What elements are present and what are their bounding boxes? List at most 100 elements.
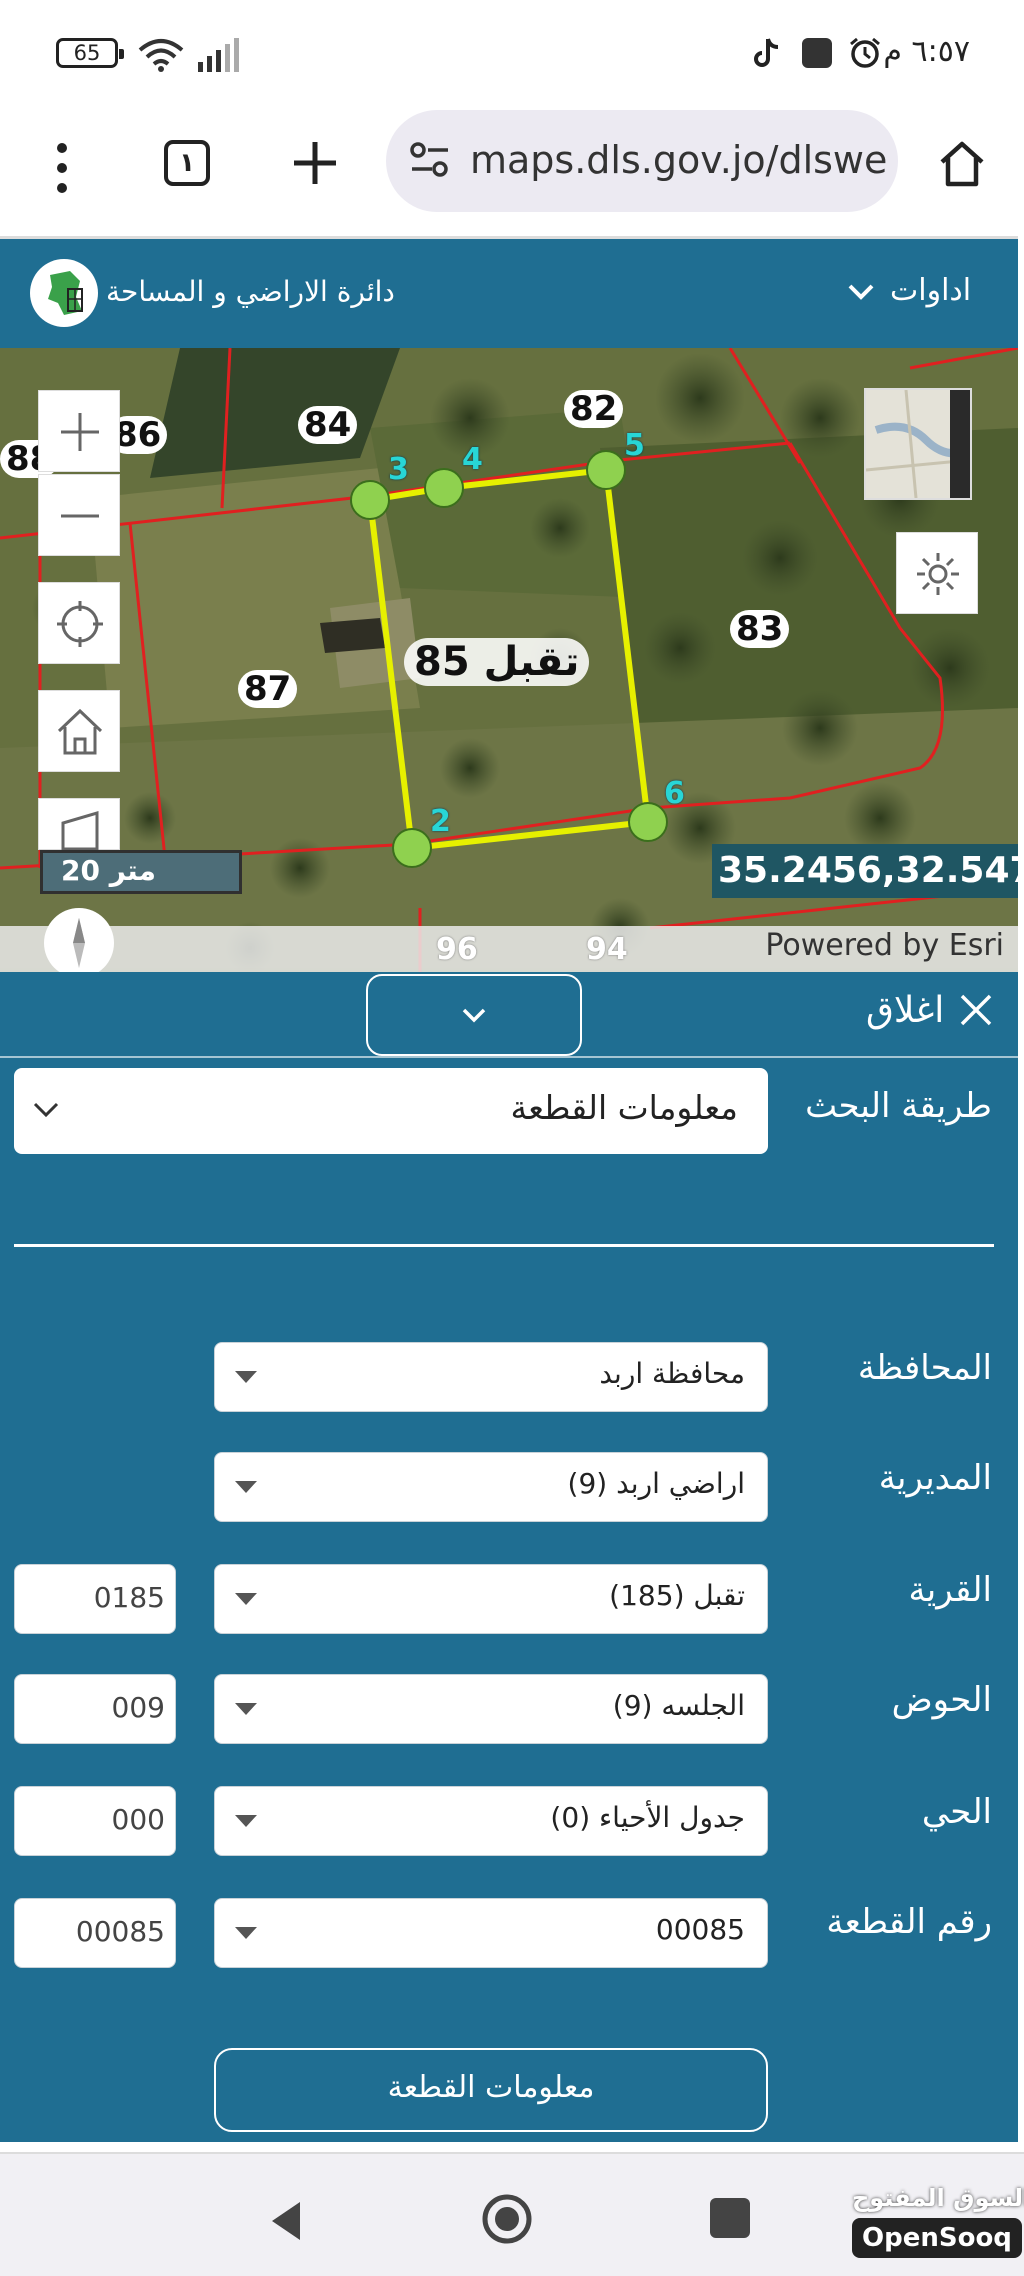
nav-home-icon[interactable] (480, 2192, 534, 2246)
new-tab-icon[interactable] (290, 138, 340, 188)
village-select[interactable]: تقبل (185) (214, 1564, 768, 1634)
neighborhood-label: الحي (921, 1792, 992, 1832)
sun-icon (917, 553, 959, 595)
parcel-number-code: 00085 (75, 1915, 165, 1948)
home-extent-button[interactable] (38, 690, 120, 772)
scale-label: 20 متر (61, 854, 156, 887)
brightness-button[interactable] (896, 532, 978, 614)
vertex-label: 5 (624, 428, 645, 463)
recents-icon[interactable] (710, 2198, 750, 2238)
basin-select[interactable]: الجلسه (9) (214, 1674, 768, 1744)
compass-icon (73, 918, 85, 968)
parcel-number-field[interactable]: 00085 (14, 1898, 176, 1968)
close-icon[interactable] (958, 992, 994, 1028)
tab-count: ١ (179, 148, 195, 178)
village-value: تقبل (185) (609, 1579, 745, 1612)
back-icon[interactable] (266, 2198, 306, 2244)
parcel-number: 96 (436, 932, 478, 967)
browser-toolbar: ١ maps.dls.gov.jo/dlswe (0, 108, 1024, 236)
parcel-number-select[interactable]: 00085 (214, 1898, 768, 1968)
village-label: القرية (908, 1570, 992, 1610)
directorate-label: المديرية (878, 1458, 992, 1498)
zoom-in-button[interactable] (38, 390, 120, 472)
parcel-info-button-label: معلومات القطعة (387, 2070, 595, 2105)
governorate-value: محافظة اربد (599, 1357, 745, 1390)
address-bar[interactable]: maps.dls.gov.jo/dlswe (386, 110, 898, 212)
governorate-select[interactable]: محافظة اربد (214, 1342, 768, 1412)
form-divider (14, 1244, 994, 1247)
vertex-marker[interactable] (586, 450, 626, 490)
chevron-down-icon (462, 1008, 486, 1023)
parcel-number: 82 (564, 390, 624, 428)
parcel-number-value: 00085 (655, 1913, 745, 1946)
parcel-label-village: تقبل (483, 639, 580, 685)
neighborhood-select[interactable]: جدول الأحياء (0) (214, 1786, 768, 1856)
vertex-marker[interactable] (350, 480, 390, 520)
compass-button[interactable] (44, 908, 114, 972)
battery-icon: 65 (56, 38, 124, 68)
url-text: maps.dls.gov.jo/dlswe (470, 138, 888, 182)
directorate-select[interactable]: اراضي اربد (9) (214, 1452, 768, 1522)
app-header: دائرة الاراضي و المساحة اداوات (0, 236, 1018, 348)
dropdown-arrow-icon (235, 1927, 257, 1939)
basin-label: الحوض (891, 1680, 992, 1720)
tabs-icon[interactable]: ١ (164, 140, 210, 186)
jordan-map-logo (30, 259, 98, 327)
vertex-marker[interactable] (628, 802, 668, 842)
governorate-label: المحافظة (857, 1348, 992, 1388)
overflow-menu-icon[interactable] (40, 138, 84, 198)
chevron-down-icon (33, 1102, 59, 1118)
parcel-number: 83 (730, 610, 790, 648)
watermark-brand: OpenSooq (852, 2218, 1022, 2258)
vertex-label: 2 (430, 804, 451, 839)
dropdown-arrow-icon (235, 1371, 257, 1383)
clock: ٦:٥٧ م (883, 34, 970, 69)
close-button[interactable]: اغلاق (866, 990, 944, 1031)
neighborhood-code-field[interactable]: 000 (14, 1786, 176, 1856)
status-bar: 65 ٦:٥٧ م (0, 0, 1024, 108)
basemap-toggle[interactable] (864, 388, 972, 500)
vertex-marker[interactable] (392, 828, 432, 868)
zoom-out-button[interactable] (38, 474, 120, 556)
basin-code-field[interactable]: 009 (14, 1674, 176, 1744)
locate-button[interactable] (38, 582, 120, 664)
panel-divider (0, 1056, 1018, 1058)
tools-label: اداوات (890, 273, 972, 308)
alarm-icon (850, 37, 880, 68)
signal-icon (198, 38, 239, 72)
neighborhood-value: جدول الأحياء (0) (550, 1801, 745, 1834)
vertex-label: 3 (388, 452, 409, 487)
chevron-down-icon[interactable] (846, 281, 876, 303)
village-code: 0185 (93, 1581, 165, 1614)
basin-code: 009 (111, 1691, 165, 1724)
vertex-label: 6 (664, 776, 685, 811)
map-view[interactable]: 2 3 4 5 6 84 82 83 87 86 88 تقبل 85 20 م… (0, 348, 1018, 972)
search-method-label: طريقة البحث (805, 1086, 992, 1126)
wifi-icon (138, 39, 184, 72)
search-method-select[interactable]: معلومات القطعة (14, 1068, 768, 1154)
stop-icon (802, 38, 832, 68)
measure-icon (61, 810, 99, 851)
parcel-number: 87 (238, 670, 298, 708)
basemap-thumbnail-icon (865, 389, 972, 499)
dropdown-arrow-icon (235, 1703, 257, 1715)
parcel-search-panel: اغلاق طريقة البحث معلومات القطعة المحافظ… (0, 972, 1018, 2142)
vertex-marker[interactable] (424, 468, 464, 508)
esri-attribution: Powered by Esri (765, 928, 1004, 963)
collapse-panel-button[interactable] (366, 974, 582, 1056)
dropdown-arrow-icon (235, 1593, 257, 1605)
scale-bar: 20 متر (40, 850, 242, 894)
home-icon[interactable] (936, 138, 988, 190)
selected-parcel-label: تقبل 85 (404, 638, 590, 686)
measure-button[interactable] (38, 798, 120, 851)
tiktok-icon (754, 38, 779, 67)
home-icon (57, 708, 103, 755)
village-code-field[interactable]: 0185 (14, 1564, 176, 1634)
system-nav-bar: السوق المفتوح OpenSooq (0, 2152, 1024, 2276)
neighborhood-code: 000 (111, 1803, 165, 1836)
parcel-info-button[interactable]: معلومات القطعة (214, 2048, 768, 2132)
site-settings-icon[interactable] (408, 140, 452, 180)
parcel-number: 94 (586, 932, 628, 967)
dropdown-arrow-icon (235, 1481, 257, 1493)
crosshair-icon (57, 601, 103, 647)
